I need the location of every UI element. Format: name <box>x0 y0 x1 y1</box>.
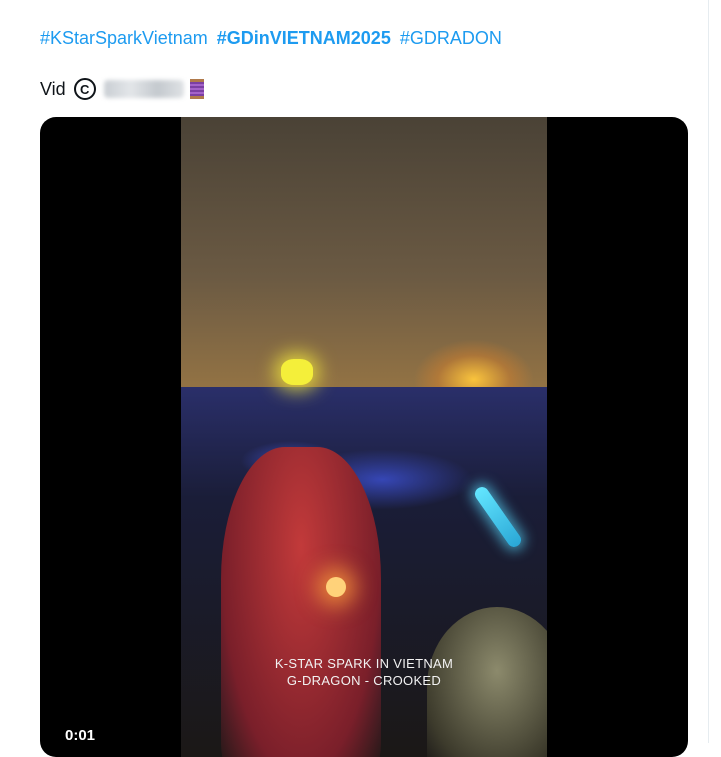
video-frame: K-STAR SPARK IN VIETNAM G-DRAGON - CROOK… <box>181 117 547 757</box>
video-caption-overlay: K-STAR SPARK IN VIETNAM G-DRAGON - CROOK… <box>181 655 547 689</box>
thread-spool-icon <box>189 79 204 99</box>
tweet-caption: Vid C <box>40 78 204 100</box>
hashtag-kstarsparkvietnam[interactable]: #KStarSparkVietnam <box>40 28 208 48</box>
overlay-line-1: K-STAR SPARK IN VIETNAM <box>274 656 454 671</box>
copyright-icon: C <box>73 78 96 100</box>
caption-prefix: Vid <box>40 78 66 99</box>
video-player[interactable]: K-STAR SPARK IN VIETNAM G-DRAGON - CROOK… <box>40 117 688 757</box>
lightstick-image <box>281 359 313 385</box>
glow-light-image <box>326 577 346 597</box>
hashtag-row: #KStarSparkVietnam #GDinVIETNAM2025 #GDR… <box>40 28 506 49</box>
blurred-username <box>103 80 184 98</box>
hashtag-gdinvietnam2025[interactable]: #GDinVIETNAM2025 <box>217 28 391 48</box>
overlay-line-2: G-DRAGON - CROOKED <box>286 673 442 688</box>
tweet-card: #KStarSparkVietnam #GDinVIETNAM2025 #GDR… <box>0 0 709 757</box>
red-raincoat-fan-image <box>221 447 381 757</box>
hashtag-gdragon[interactable]: #GDRADON <box>400 28 502 48</box>
video-timestamp: 0:01 <box>65 727 96 744</box>
